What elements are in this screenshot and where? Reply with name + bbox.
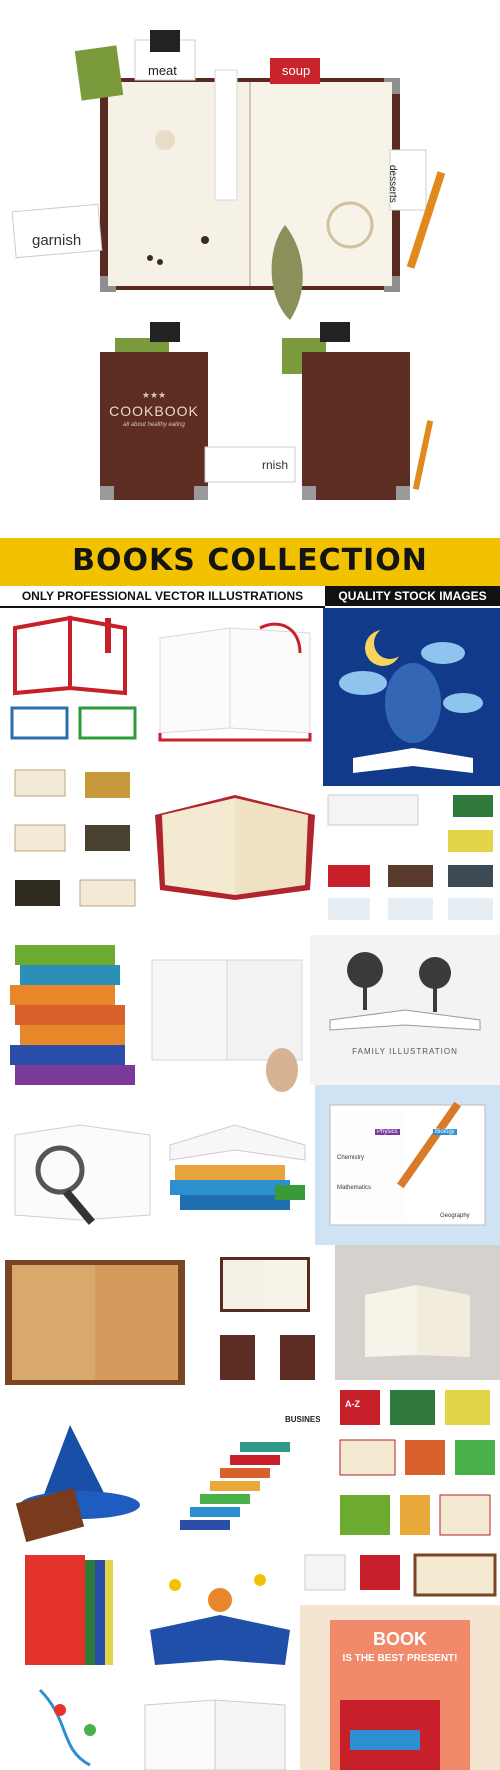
binder-clip-icon <box>150 30 180 52</box>
diagram-label-geography: Geography <box>440 1213 470 1219</box>
thumbnail-wizard-hat-book <box>0 1395 160 1550</box>
book-present-subtitle: IS THE BEST PRESENT! <box>342 1653 458 1664</box>
thumbnail-red-open-book <box>150 760 320 920</box>
thumbnail-business-stairs: BUSINESS <box>170 1395 320 1545</box>
business-label: BUSINESS <box>285 1415 320 1424</box>
right-page <box>250 82 392 286</box>
diagram-label-mathematics: Mathematics <box>337 1185 372 1191</box>
thumbnail-fairy-tale-book <box>145 1550 295 1680</box>
az-label: A-Z <box>345 1399 360 1409</box>
cover-subtitle: all about healthy eating <box>123 422 185 428</box>
thumbnail-blank-open-book-2 <box>140 1695 290 1770</box>
thumbnail-night-sky-book <box>323 608 500 786</box>
diagram-label-biology: Biology <box>433 1129 457 1135</box>
book-present-title: BOOK <box>373 1629 427 1649</box>
thumbnail-science-notebook: Physics Biology Chemistry Mathematics Ge… <box>315 1085 500 1245</box>
tab-meat-label: meat <box>148 63 177 78</box>
cover-stars: ★★★ <box>141 390 167 400</box>
family-illustration-label: FAMILY ILLUSTRATION <box>352 1047 458 1056</box>
thumbnail-family-illustration: FAMILY ILLUSTRATION <box>310 935 500 1085</box>
thumbnail-book-stack-open <box>165 1105 315 1230</box>
banner-right-subtitle: QUALITY STOCK IMAGES <box>325 586 500 606</box>
hero-cookbook-illustration: meat soup desserts garnish rnish ★★★ COO… <box>0 0 500 520</box>
cookbook-artwork <box>11 30 446 500</box>
thumbnail-book-magnifier <box>0 1105 165 1250</box>
thumbnail-white-open-book <box>150 608 320 758</box>
thumbnail-blank-book-hand <box>150 950 305 1095</box>
thumbnail-cookbook-mini <box>205 1245 325 1390</box>
thumbnail-book-present: BOOK IS THE BEST PRESENT! <box>300 1605 500 1770</box>
collection-banner: BOOKS COLLECTION <box>0 538 500 586</box>
thumbnail-reading-doodles <box>0 1680 140 1770</box>
diagram-label-physics: Physics <box>375 1129 400 1135</box>
thumbnail-az-books: A-Z <box>335 1385 500 1550</box>
tab-soup-label: soup <box>282 63 311 78</box>
thumbnail-closed-books-set <box>323 790 500 930</box>
cover-title: COOKBOOK <box>109 403 199 419</box>
thumbnail-colorful-book-stack <box>0 935 145 1095</box>
thumbnail-upright-books <box>0 1550 150 1680</box>
banner-title: BOOKS COLLECTION <box>72 543 428 578</box>
thumbnail-old-open-book <box>0 1250 190 1390</box>
thumbnail-small-books-set <box>0 760 150 930</box>
thumbnail-colored-open-books <box>0 608 150 758</box>
closed-cookbook-right <box>302 352 410 500</box>
thumbnail-ebook-strip <box>300 1550 500 1600</box>
tab-garnish-small-label: rnish <box>262 458 289 472</box>
banner-left-subtitle: ONLY PROFESSIONAL VECTOR ILLUSTRATIONS <box>0 586 325 608</box>
diagram-label-chemistry: Chemistry <box>337 1155 365 1161</box>
thumbnail-grey-open-book <box>335 1245 500 1380</box>
tab-garnish-label: garnish <box>32 232 82 249</box>
tab-desserts-label: desserts <box>387 165 398 203</box>
